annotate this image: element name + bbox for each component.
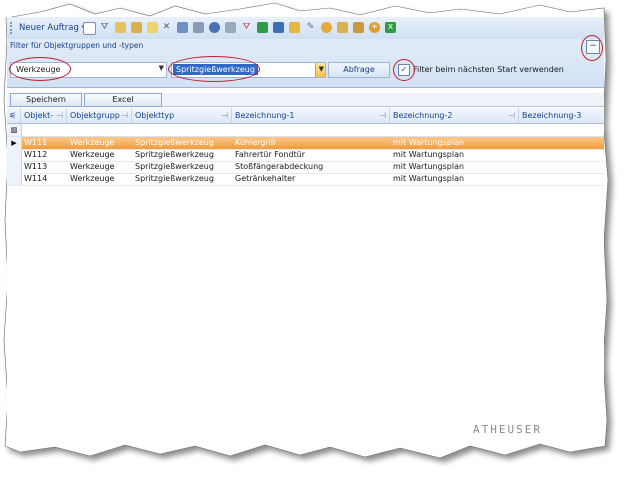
object-grid: ⚟ Objekt- ⊣ Objektgrupp ⊣ Objekttyp ⊣ Bezei… (7, 108, 604, 442)
add-icon[interactable]: + (369, 22, 380, 33)
new-order-dropdown[interactable]: Neuer Auftrag ▾ (19, 23, 86, 33)
print-icon[interactable] (193, 22, 204, 33)
funnel-icon[interactable]: ⛛ (99, 22, 110, 33)
pin-icon[interactable]: ⊣ (56, 108, 63, 123)
table-cell[interactable] (519, 149, 604, 161)
row-indicator[interactable] (7, 173, 22, 185)
table-row[interactable]: W114 Werkzeuge Spritzgießwerkzeug Getränkeh… (7, 173, 604, 186)
excel-icon[interactable]: x (385, 22, 396, 33)
application-window: Neuer Auftrag ▾ ⛛ ✕ ⛛ ✎ + x Filter für O… (7, 17, 604, 442)
print-preview-icon[interactable] (225, 22, 236, 33)
table-cell[interactable]: Fahrertür Fondtür (232, 149, 390, 161)
annotation-ring-checkbox (393, 59, 415, 81)
table-cell[interactable]: Werkzeuge (67, 173, 132, 185)
filter-panel: Filter für Objektgruppen und -typen − We… (7, 39, 604, 88)
table-cell[interactable]: W111 (21, 137, 67, 149)
table-cell[interactable]: W113 (21, 161, 67, 173)
filter-panel-title: Filter für Objektgruppen und -typen (10, 41, 144, 50)
table-cell[interactable] (519, 137, 604, 149)
table-cell[interactable]: mit Wartungsplan (390, 161, 519, 173)
column-header-label: Bezeichnung-3 (522, 111, 582, 120)
ticket-icon[interactable] (177, 22, 188, 33)
column-header-label: Bezeichnung-2 (393, 111, 453, 120)
table-cell[interactable]: Spritzgießwerkzeug (132, 137, 232, 149)
pin-icon[interactable]: ⊣ (379, 108, 386, 123)
table-cell[interactable] (519, 173, 604, 185)
use-filter-label: Filter beim nächsten Start verwenden (413, 65, 564, 74)
excel-button[interactable]: Excel (84, 93, 162, 107)
filter-row-icon: ▨ (7, 124, 22, 136)
new-doc-icon[interactable] (147, 22, 158, 33)
main-toolbar: Neuer Auftrag ▾ ⛛ ✕ ⛛ ✎ + x (7, 17, 604, 40)
query-button[interactable]: Abfrage (328, 62, 390, 78)
tools-icon[interactable]: ✕ (161, 22, 172, 33)
theuser-logo: ATHEUSER (473, 423, 542, 436)
grid-header: ⚟ Objekt- ⊣ Objektgrupp ⊣ Objekttyp ⊣ Bezei… (7, 108, 604, 124)
chevron-down-icon: ▼ (318, 65, 324, 73)
filter-icon[interactable]: ⛛ (241, 22, 252, 33)
export-icon[interactable] (353, 22, 364, 33)
edit-pen-icon[interactable] (131, 22, 142, 33)
annotation-ring-collapse (581, 35, 603, 61)
column-header-label: Bezeichnung-1 (235, 111, 295, 120)
column-header-desc2[interactable]: Bezeichnung-2 ⊣ (390, 108, 519, 123)
book-icon[interactable] (257, 22, 268, 33)
row-indicator[interactable] (7, 149, 22, 161)
row-indicator[interactable] (7, 161, 22, 173)
column-chooser-icon[interactable]: ⚟ (7, 108, 21, 123)
calendar-icon[interactable] (273, 22, 284, 33)
table-cell[interactable]: Getränkehalter (232, 173, 390, 185)
annotation-ring-type (168, 56, 260, 82)
folder-icon[interactable] (289, 22, 300, 33)
column-header-desc1[interactable]: Bezeichnung-1 ⊣ (232, 108, 390, 123)
table-cell[interactable] (519, 161, 604, 173)
wand-icon[interactable]: ✎ (305, 22, 316, 33)
row-indicator[interactable]: ▶ (7, 137, 22, 149)
column-header-label: Objekttyp (135, 111, 175, 120)
column-header-object[interactable]: Objekt- ⊣ (21, 108, 67, 123)
pin-icon[interactable]: ⊣ (508, 108, 515, 123)
save-icon[interactable] (337, 22, 348, 33)
column-header-label: Objekt- (24, 111, 54, 120)
grid-filter-row[interactable]: ▨ (7, 124, 604, 137)
table-cell[interactable]: Spritzgießwerkzeug (132, 149, 232, 161)
sync-icon[interactable] (321, 22, 332, 33)
table-cell[interactable]: Spritzgießwerkzeug (132, 161, 232, 173)
table-cell[interactable]: Werkzeuge (67, 149, 132, 161)
pin-icon[interactable]: ⊣ (221, 108, 228, 123)
column-header-desc3[interactable]: Bezeichnung-3 (519, 108, 604, 123)
column-header-label: Objektgrupp (70, 111, 120, 120)
page-icon[interactable] (83, 22, 96, 35)
edit-doc-icon[interactable] (115, 22, 126, 33)
new-order-label: Neuer Auftrag (19, 23, 79, 33)
table-cell[interactable]: mit Wartungsplan (390, 149, 519, 161)
save-button[interactable]: Speichern (10, 93, 82, 107)
table-cell[interactable]: Werkzeuge (67, 137, 132, 149)
button-bar: Speichern Excel (7, 93, 604, 107)
combo-dropdown-button[interactable]: ▼ (315, 63, 325, 77)
pin-icon[interactable]: ⊣ (121, 108, 128, 123)
table-cell[interactable]: mit Wartungsplan (390, 173, 519, 185)
column-header-type[interactable]: Objekttyp ⊣ (132, 108, 232, 123)
table-cell[interactable]: mit Wartungsplan (390, 137, 519, 149)
toolbar-grip[interactable] (10, 22, 14, 34)
table-cell[interactable]: Stoßfängerabdeckung (232, 161, 390, 173)
chevron-down-icon[interactable]: ▼ (159, 64, 164, 72)
table-cell[interactable]: W112 (21, 149, 67, 161)
table-cell[interactable]: Spritzgießwerkzeug (132, 173, 232, 185)
annotation-ring-group (9, 57, 71, 81)
column-header-group[interactable]: Objektgrupp ⊣ (67, 108, 132, 123)
clock-icon[interactable] (209, 22, 220, 33)
table-cell[interactable]: Kühlergrill (232, 137, 390, 149)
table-cell[interactable]: W114 (21, 173, 67, 185)
table-cell[interactable]: Werkzeuge (67, 161, 132, 173)
